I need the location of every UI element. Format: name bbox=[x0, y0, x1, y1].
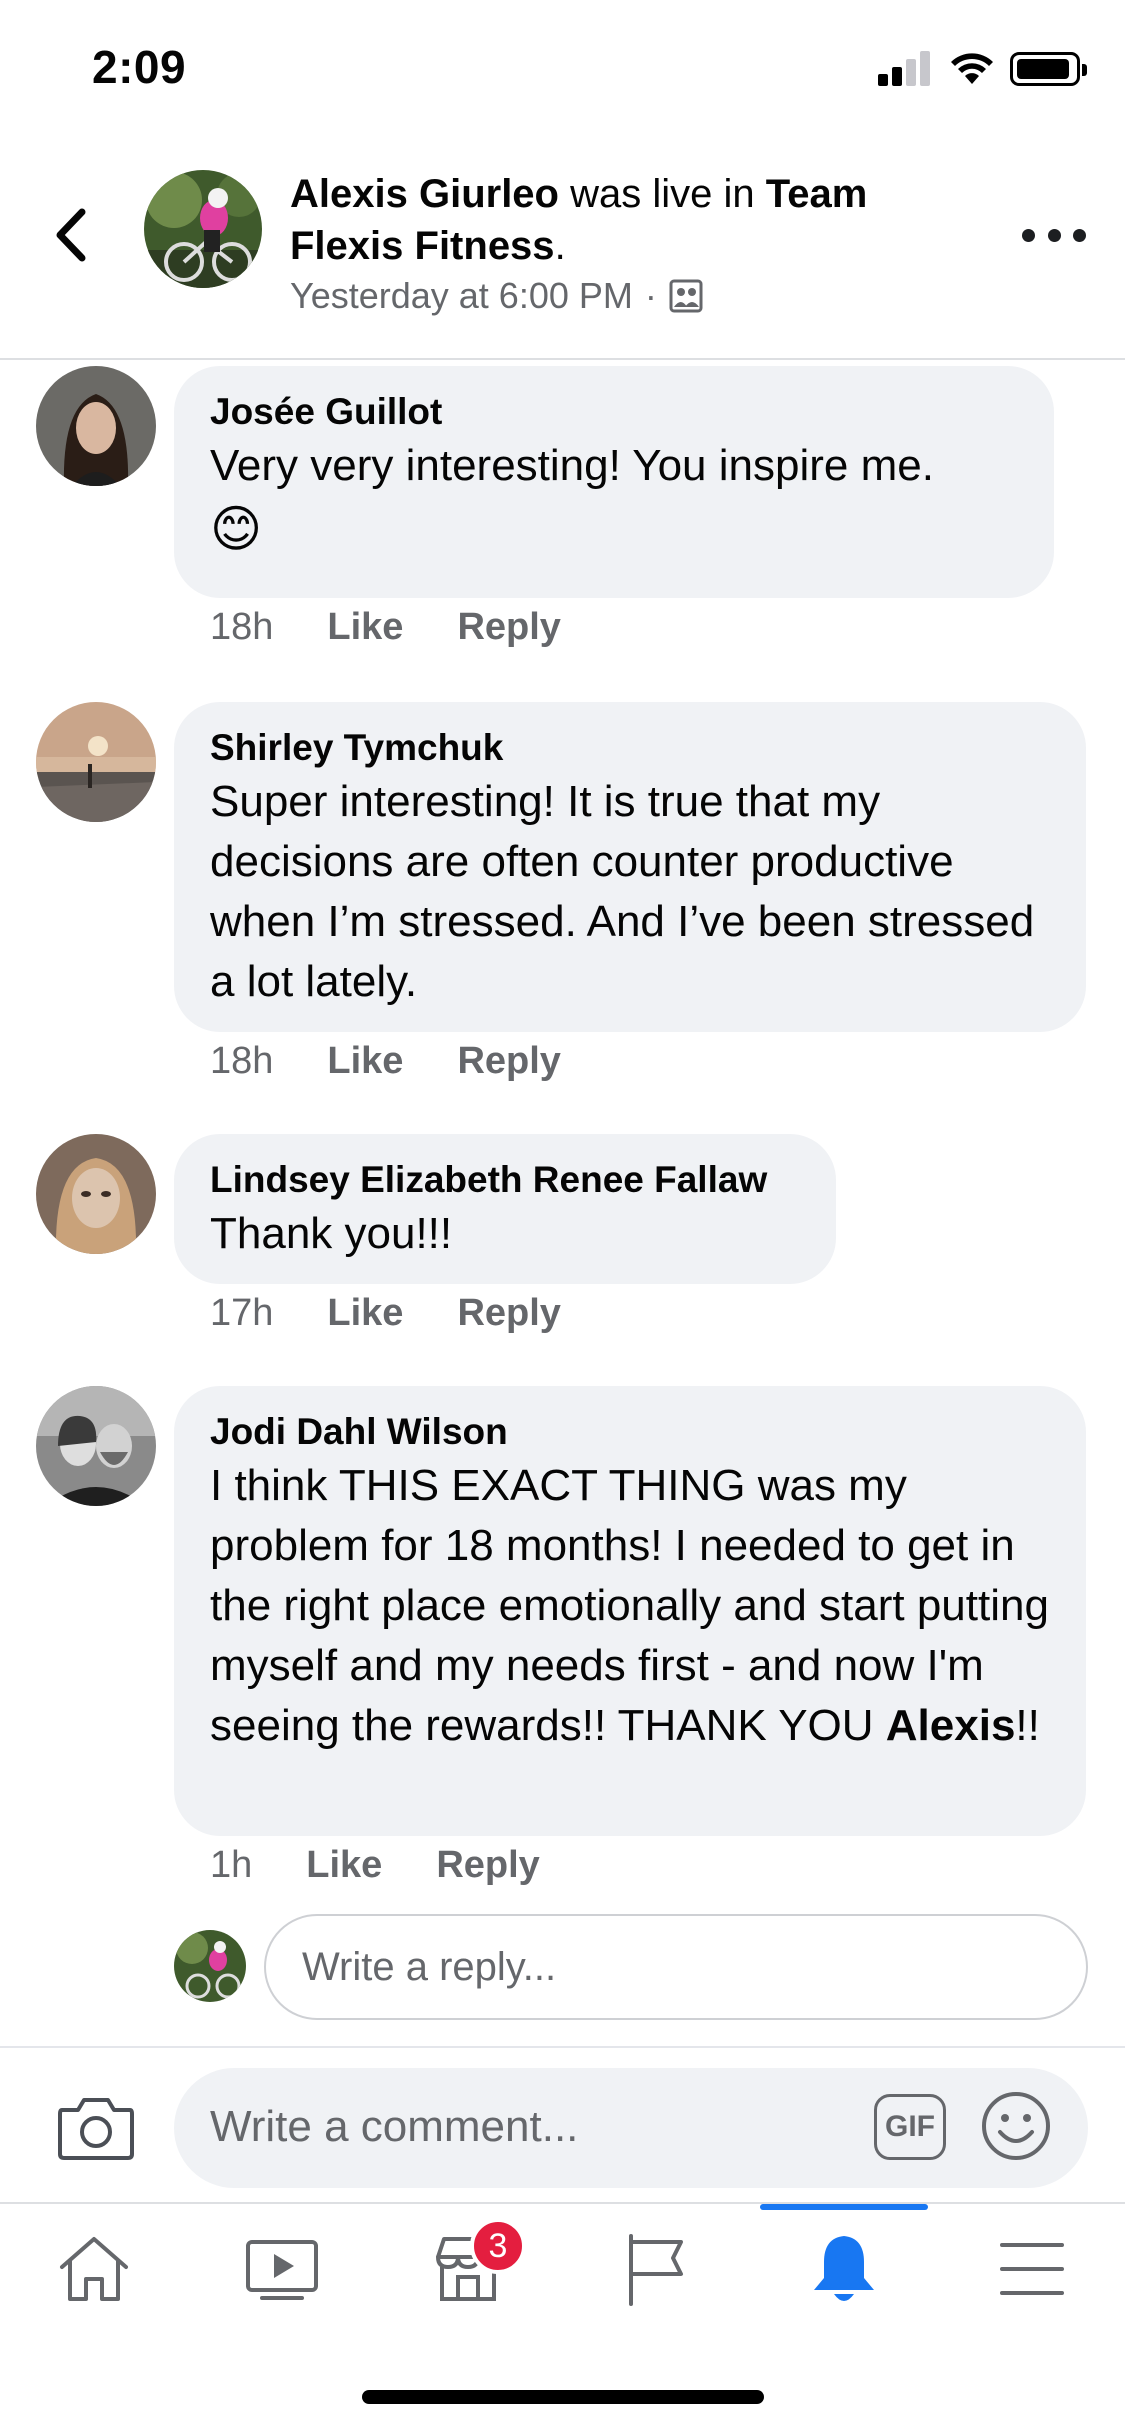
post-title-period: . bbox=[554, 224, 566, 268]
comment-text: Very very interesting! You inspire me. bbox=[210, 441, 934, 490]
group-privacy-icon bbox=[669, 279, 703, 313]
like-button[interactable]: Like bbox=[306, 1844, 382, 1887]
meta-separator: · bbox=[644, 275, 657, 316]
comment-time: 17h bbox=[210, 1292, 274, 1334]
tab-notifications[interactable] bbox=[750, 2204, 938, 2334]
reply-button[interactable]: Reply bbox=[457, 1040, 560, 1083]
tab-watch[interactable] bbox=[188, 2204, 376, 2334]
tab-menu[interactable] bbox=[938, 2204, 1125, 2334]
reply-button[interactable]: Reply bbox=[457, 606, 560, 649]
comment-bubble[interactable]: Josée Guillot Very very interesting! You… bbox=[174, 366, 1054, 598]
comment-actions: 18h Like Reply bbox=[210, 1040, 561, 1083]
commenter-name[interactable]: Lindsey Elizabeth Renee Fallaw bbox=[210, 1156, 800, 1204]
commenter-avatar[interactable] bbox=[36, 1386, 156, 1506]
sunset-photo bbox=[36, 702, 156, 822]
home-icon bbox=[60, 2237, 128, 2301]
camera-icon[interactable] bbox=[56, 2092, 136, 2162]
dot-icon bbox=[1073, 228, 1086, 242]
back-button[interactable] bbox=[46, 200, 96, 270]
author-name[interactable]: Alexis Giurleo bbox=[290, 172, 559, 216]
post-timestamp: Yesterday at 6:00 PM bbox=[290, 275, 633, 316]
hamburger-menu-icon bbox=[1000, 2243, 1064, 2295]
cyclist-photo bbox=[174, 1930, 246, 2002]
commenter-name[interactable]: Josée Guillot bbox=[210, 388, 1018, 436]
marketplace-badge: 3 bbox=[470, 2218, 526, 2274]
comment-input[interactable]: Write a comment... GIF bbox=[174, 2068, 1088, 2188]
commenter-avatar[interactable] bbox=[36, 1134, 156, 1254]
post-meta: Yesterday at 6:00 PM · bbox=[290, 275, 703, 317]
author-avatar[interactable] bbox=[144, 170, 262, 288]
comment-text: Thank you!!! bbox=[210, 1209, 453, 1258]
tab-marketplace[interactable] bbox=[374, 2204, 562, 2334]
battery-icon bbox=[1010, 52, 1087, 86]
status-time: 2:09 bbox=[92, 41, 187, 93]
like-button[interactable]: Like bbox=[327, 606, 403, 649]
smiling-emoji: 😊 bbox=[210, 501, 263, 557]
comment-actions: 18h Like Reply bbox=[210, 606, 561, 649]
home-indicator[interactable] bbox=[362, 2390, 764, 2404]
reply-button[interactable]: Reply bbox=[436, 1844, 539, 1887]
commenter-name[interactable]: Jodi Dahl Wilson bbox=[210, 1408, 1050, 1456]
comment-bubble[interactable]: Shirley Tymchuk Super interesting! It is… bbox=[174, 702, 1086, 1032]
couple-photo bbox=[36, 1386, 156, 1506]
post-action: was live in bbox=[558, 172, 766, 216]
more-options-button[interactable] bbox=[1022, 220, 1086, 250]
like-button[interactable]: Like bbox=[327, 1040, 403, 1083]
portrait-photo bbox=[36, 1134, 156, 1254]
tab-home[interactable] bbox=[0, 2204, 188, 2334]
comment-time: 18h bbox=[210, 606, 274, 648]
reply-button[interactable]: Reply bbox=[457, 1292, 560, 1335]
post-title: Alexis Giurleo was live in Team Flexis F… bbox=[290, 168, 970, 272]
comment-composer: Write a comment... GIF bbox=[0, 2046, 1125, 2202]
commenter-name[interactable]: Shirley Tymchuk bbox=[210, 724, 1050, 772]
post-header: Alexis Giurleo was live in Team Flexis F… bbox=[0, 140, 1125, 360]
reply-input[interactable]: Write a reply... bbox=[264, 1914, 1088, 2020]
dot-icon bbox=[1047, 228, 1061, 242]
commenter-avatar[interactable] bbox=[36, 366, 156, 486]
emoji-icon[interactable] bbox=[980, 2090, 1052, 2162]
comment-actions: 17h Like Reply bbox=[210, 1292, 561, 1335]
cyclist-photo bbox=[144, 170, 262, 288]
flag-icon bbox=[629, 2234, 683, 2306]
current-user-avatar bbox=[174, 1930, 246, 2002]
cellular-signal-icon bbox=[878, 50, 938, 86]
reply-placeholder: Write a reply... bbox=[302, 1944, 557, 1989]
comment-text-end: !! bbox=[1015, 1701, 1040, 1750]
comment-placeholder: Write a comment... bbox=[210, 2102, 579, 2151]
dot-icon bbox=[1022, 228, 1035, 242]
comment-time: 1h bbox=[210, 1844, 253, 1886]
comment-time: 18h bbox=[210, 1040, 274, 1082]
commenter-avatar[interactable] bbox=[36, 702, 156, 822]
status-bar: 2:09 bbox=[0, 0, 1125, 140]
comment-text: I think THIS EXACT THING was my problem … bbox=[210, 1456, 1050, 1756]
chevron-left-icon bbox=[56, 208, 86, 262]
wifi-icon bbox=[951, 53, 993, 84]
like-button[interactable]: Like bbox=[327, 1292, 403, 1335]
gif-button[interactable]: GIF bbox=[874, 2094, 946, 2160]
portrait-photo bbox=[36, 366, 156, 486]
comment-actions: 1h Like Reply bbox=[210, 1844, 540, 1887]
mention-link[interactable]: Alexis bbox=[886, 1701, 1016, 1750]
tab-pages[interactable] bbox=[562, 2204, 750, 2334]
bell-icon bbox=[814, 2236, 874, 2301]
comment-bubble[interactable]: Jodi Dahl Wilson I think THIS EXACT THIN… bbox=[174, 1386, 1086, 1836]
reply-row: Write a reply... bbox=[0, 1914, 1125, 2024]
comment-bubble[interactable]: Lindsey Elizabeth Renee Fallaw Thank you… bbox=[174, 1134, 836, 1284]
video-play-icon bbox=[246, 2240, 318, 2300]
comment-text: Super interesting! It is true that my de… bbox=[210, 777, 1035, 1006]
